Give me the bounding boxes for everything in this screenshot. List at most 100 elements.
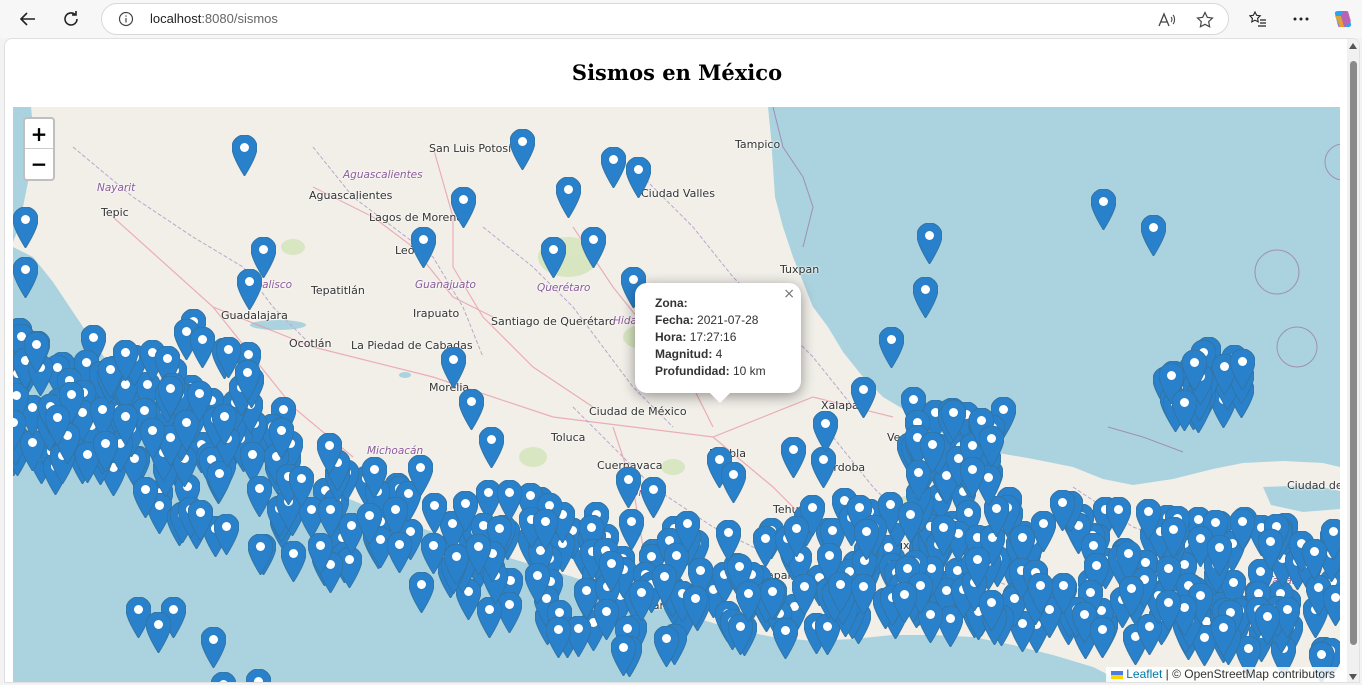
earthquake-marker[interactable] <box>356 502 383 548</box>
earthquake-marker[interactable] <box>316 432 343 478</box>
address-bar[interactable]: localhost:8080/sismos <box>101 3 1229 35</box>
earthquake-marker[interactable] <box>1089 616 1116 662</box>
earthquake-marker[interactable] <box>157 375 184 421</box>
earthquake-marker[interactable] <box>1254 603 1281 649</box>
earthquake-marker[interactable] <box>246 475 273 521</box>
earthquake-marker[interactable] <box>1210 614 1237 660</box>
read-aloud-icon[interactable] <box>1156 10 1178 30</box>
earthquake-marker[interactable] <box>964 546 991 592</box>
earthquake-marker[interactable] <box>912 276 939 322</box>
earthquake-marker[interactable] <box>145 611 172 657</box>
earthquake-marker[interactable] <box>288 465 315 511</box>
earthquake-marker[interactable] <box>850 376 877 422</box>
site-info-icon[interactable] <box>118 11 134 31</box>
earthquake-marker[interactable] <box>112 403 139 449</box>
earthquake-marker[interactable] <box>524 562 551 608</box>
earthquake-marker[interactable] <box>1171 389 1198 435</box>
copilot-button[interactable] <box>1327 4 1359 34</box>
zoom-out-button[interactable]: − <box>25 149 53 179</box>
earthquake-marker[interactable] <box>780 436 807 482</box>
earthquake-marker[interactable] <box>600 146 627 192</box>
favorite-star-icon[interactable] <box>1194 10 1216 30</box>
earthquake-marker[interactable] <box>878 326 905 372</box>
earthquake-marker[interactable] <box>386 531 413 577</box>
earthquake-marker[interactable] <box>1229 348 1256 394</box>
reload-button[interactable] <box>55 4 87 34</box>
earthquake-marker[interactable] <box>715 519 742 565</box>
earthquake-marker[interactable] <box>897 501 924 547</box>
earthquake-marker[interactable] <box>532 508 559 554</box>
earthquake-marker[interactable] <box>919 431 946 477</box>
earthquake-marker[interactable] <box>580 226 607 272</box>
earthquake-marker[interactable] <box>625 156 652 202</box>
earthquake-marker[interactable] <box>783 515 810 561</box>
earthquake-marker[interactable] <box>478 426 505 472</box>
earthquake-marker[interactable] <box>1322 584 1340 630</box>
earthquake-marker[interactable] <box>812 410 839 456</box>
earthquake-marker[interactable] <box>213 513 240 559</box>
earthquake-marker[interactable] <box>1140 214 1167 260</box>
favorites-button[interactable] <box>1242 4 1274 34</box>
earthquake-marker[interactable] <box>1090 188 1117 234</box>
earthquake-marker[interactable] <box>247 533 274 579</box>
earthquake-marker[interactable] <box>978 589 1005 635</box>
earthquake-marker[interactable] <box>1118 575 1145 621</box>
earthquake-marker[interactable] <box>555 176 582 222</box>
earthquake-marker[interactable] <box>139 417 166 463</box>
earthquake-marker[interactable] <box>1105 496 1132 542</box>
earthquake-marker[interactable] <box>651 563 678 609</box>
earthquake-marker[interactable] <box>450 186 477 232</box>
earthquake-marker[interactable] <box>1135 498 1162 544</box>
earthquake-marker[interactable] <box>13 206 39 252</box>
earthquake-marker[interactable] <box>853 518 880 564</box>
scrollbar-thumb[interactable] <box>1350 61 1357 645</box>
earthquake-marker[interactable] <box>891 581 918 627</box>
earthquake-marker[interactable] <box>452 490 479 536</box>
earthquake-marker[interactable] <box>827 570 854 617</box>
earthquake-marker[interactable] <box>674 510 701 556</box>
earthquake-marker[interactable] <box>1027 572 1054 618</box>
earthquake-marker[interactable] <box>598 550 625 596</box>
earthquake-marker[interactable] <box>410 226 437 272</box>
earthquake-marker[interactable] <box>628 579 655 625</box>
earthquake-marker[interactable] <box>245 668 272 682</box>
earthquake-marker[interactable] <box>759 578 786 624</box>
page-scrollbar[interactable] <box>1347 39 1359 682</box>
earthquake-marker[interactable] <box>720 461 747 507</box>
earthquake-marker[interactable] <box>236 268 263 314</box>
more-menu-button[interactable] <box>1285 4 1317 34</box>
earthquake-marker[interactable] <box>618 508 645 554</box>
earthquake-marker[interactable] <box>421 492 448 538</box>
earthquake-marker[interactable] <box>1229 508 1256 554</box>
earthquake-marker[interactable] <box>930 514 957 560</box>
earthquake-marker[interactable] <box>268 417 295 463</box>
earthquake-marker[interactable] <box>682 585 709 631</box>
earthquake-marker[interactable] <box>13 409 27 455</box>
earthquake-marker[interactable] <box>211 403 238 449</box>
earthquake-marker[interactable] <box>187 499 214 545</box>
earthquake-marker[interactable] <box>959 456 986 502</box>
earthquake-marker[interactable] <box>23 331 50 377</box>
earthquake-marker[interactable] <box>916 222 943 268</box>
popup-close-button[interactable]: × <box>783 286 795 303</box>
earthquake-marker[interactable] <box>231 134 258 180</box>
earthquake-marker[interactable] <box>653 625 680 671</box>
earthquake-marker[interactable] <box>735 580 762 626</box>
zoom-in-button[interactable]: + <box>25 119 53 149</box>
earthquake-marker[interactable] <box>112 339 139 385</box>
earthquake-marker[interactable] <box>1301 538 1328 584</box>
earthquake-marker[interactable] <box>1155 589 1182 635</box>
earthquake-marker[interactable] <box>509 128 536 174</box>
earthquake-marker[interactable] <box>420 532 447 578</box>
earthquake-marker[interactable] <box>200 626 227 672</box>
earthquake-marker[interactable] <box>186 380 213 426</box>
earthquake-marker[interactable] <box>850 573 877 619</box>
earthquake-marker[interactable] <box>307 532 334 578</box>
earthquake-marker[interactable] <box>1160 516 1187 562</box>
earthquake-marker[interactable] <box>496 479 523 525</box>
earthquake-marker[interactable] <box>440 346 467 392</box>
earthquake-marker[interactable] <box>361 456 388 502</box>
earthquake-marker[interactable] <box>615 466 642 512</box>
scroll-down-icon[interactable] <box>1349 674 1357 680</box>
back-button[interactable] <box>12 4 44 34</box>
